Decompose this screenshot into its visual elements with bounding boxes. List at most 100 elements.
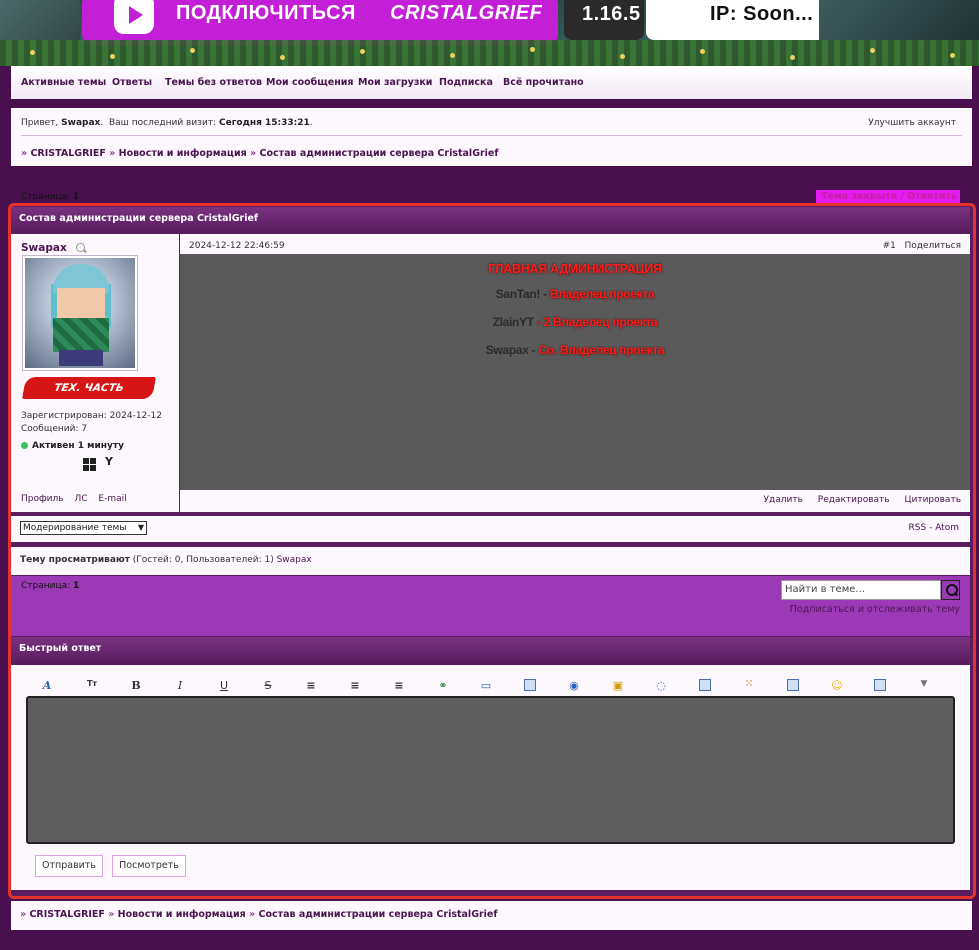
post-number: #1 Поделиться (883, 241, 961, 251)
post-date: 2024-12-12 22:46:59 (189, 241, 285, 251)
pagination-top: Страница: 1 (21, 192, 80, 202)
link-icon[interactable]: ⚭ (433, 679, 453, 693)
delete-link[interactable]: Удалить (764, 495, 803, 505)
atom-link[interactable]: Atom (935, 523, 959, 533)
topic-footer-bar: Страница: 1 Найти в теме... Подписаться … (11, 576, 970, 636)
edit-link[interactable]: Редактировать (818, 495, 890, 505)
breadcrumb: » CRISTALGRIEF » Новости и информация » … (21, 148, 499, 159)
search-button[interactable] (941, 580, 960, 600)
avatar[interactable] (22, 255, 138, 371)
welcome-line: Привет, Swapax. Ваш последний визит: Сег… (21, 118, 313, 128)
strikethrough-icon[interactable]: S (258, 679, 278, 693)
rss-link[interactable]: RSS (909, 523, 927, 533)
nav-unanswered[interactable]: Темы без ответов (165, 77, 262, 88)
author-links: Профиль ЛС E-mail (21, 494, 135, 504)
subscribe-link[interactable]: Подписаться и отслеживать тему (790, 604, 960, 615)
moderation-select[interactable]: Модерирование темы (20, 521, 147, 535)
last-visit: Сегодня 15:33:21 (218, 118, 310, 128)
search-icon[interactable] (76, 243, 85, 252)
submit-button[interactable]: Отправить (35, 855, 103, 877)
author-posts: Сообщений: 7 (21, 424, 88, 434)
viewers-box: Тему просматривают (Гостей: 0, Пользоват… (11, 547, 970, 575)
code-icon[interactable] (695, 679, 715, 693)
yandex-icon: Y (105, 455, 113, 468)
nav-subscriptions[interactable]: Подписка (439, 77, 493, 88)
crumb-root[interactable]: CRISTALGRIEF (30, 148, 105, 159)
align-right-icon[interactable]: ≡ (389, 679, 409, 693)
post-line: ZlainYT - 2 Владелец проекта (492, 315, 658, 329)
email-link[interactable]: E-mail (98, 494, 126, 504)
feed-links: RSS - Atom (908, 523, 959, 533)
post-body: ГЛАВНАЯ АДМИНИСТРАЦИЯ SanTan! - Владелец… (180, 254, 970, 490)
bold-icon[interactable]: B (126, 679, 146, 693)
italic-icon[interactable]: I (170, 679, 190, 693)
pagination-bottom: Страница: 1 (21, 581, 80, 591)
color-icon[interactable]: ⁙ (739, 679, 759, 693)
nav-replies[interactable]: Ответы (112, 77, 152, 88)
quick-reply-editor: A Tт B I U S ≡ ≡ ≡ ⚭ ▭ ◉ ▣ ◌ ⁙ ☺ ▼ Отпра… (11, 665, 970, 890)
viewers-label: Тему просматривают (20, 555, 130, 565)
thread-title: Состав администрации сервера CristalGrie… (11, 207, 970, 230)
crumb-section[interactable]: Новости и информация (118, 909, 246, 920)
post-actions: Удалить Редактировать Цитировать (752, 495, 961, 505)
font-size-icon[interactable]: Tт (82, 679, 102, 693)
nav-mark-read[interactable]: Всё прочитано (503, 77, 584, 88)
profile-link[interactable]: Профиль (21, 494, 64, 504)
crumb-section[interactable]: Новости и информация (119, 148, 247, 159)
upgrade-account-link[interactable]: Улучшить аккаунт (868, 118, 956, 128)
align-center-icon[interactable]: ≡ (345, 679, 365, 693)
smiley-icon[interactable]: ☺ (827, 679, 847, 693)
reply-textarea[interactable] (26, 696, 955, 844)
page-current[interactable]: 1 (73, 192, 79, 202)
search-input[interactable]: Найти в теме... (781, 580, 941, 600)
nav-my-uploads[interactable]: Мои загрузки (358, 77, 432, 88)
server-banner[interactable]: ПОДКЛЮЧИТЬСЯ CRISTALGRIEF 1.16.5 IP: Soo… (0, 0, 979, 66)
font-icon[interactable]: A (37, 679, 57, 693)
quote-link[interactable]: Цитировать (904, 495, 961, 505)
breadcrumb-bottom: » CRISTALGRIEF » Новости и информация » … (11, 901, 972, 930)
welcome-username[interactable]: Swapax (61, 118, 100, 128)
author-registered: Зарегистрирован: 2024-12-12 (21, 411, 162, 421)
windows-icon (83, 458, 96, 471)
crumb-topic[interactable]: Состав администрации сервера CristalGrie… (259, 148, 498, 159)
nav-my-posts[interactable]: Мои сообщения (266, 77, 354, 88)
lock-icon[interactable]: ▣ (608, 679, 628, 693)
upload-icon[interactable] (870, 679, 890, 693)
viewer-user[interactable]: Swapax (277, 555, 312, 565)
post-number-link[interactable]: #1 (883, 241, 896, 251)
nav-active-topics[interactable]: Активные темы (21, 77, 106, 88)
preview-button[interactable]: Посмотреть (112, 855, 186, 877)
moderation-bar: Модерирование темы RSS - Atom (11, 516, 970, 542)
book-icon[interactable]: ▭ (476, 679, 496, 693)
topic-closed-reply-button[interactable]: Тема закрыта / Ответить (816, 190, 960, 203)
comment-icon[interactable]: ◌ (651, 679, 671, 693)
image-icon[interactable] (520, 679, 540, 693)
breadcrumb: » CRISTALGRIEF » Новости и информация » … (20, 909, 498, 920)
pm-link[interactable]: ЛС (74, 494, 87, 504)
video-icon[interactable]: ◉ (564, 679, 584, 693)
ip-label: IP: Soon... (710, 3, 814, 25)
crumb-root[interactable]: CRISTALGRIEF (29, 909, 104, 920)
garland-decoration (0, 40, 979, 66)
post-line: Swapax - Со. Владелец проекта (485, 343, 665, 357)
author-panel: Swapax ТЕХ. ЧАСТЬ Зарегистрирован: 2024-… (11, 234, 179, 512)
crumb-topic[interactable]: Состав администрации сервера CristalGrie… (258, 909, 497, 920)
page-current[interactable]: 1 (73, 581, 79, 591)
welcome-box: Привет, Swapax. Ваш последний визит: Сег… (11, 108, 972, 166)
connect-label: ПОДКЛЮЧИТЬСЯ (176, 2, 356, 24)
play-icon[interactable] (114, 0, 154, 34)
version-label: 1.16.5 (582, 3, 641, 25)
align-left-icon[interactable]: ≡ (301, 679, 321, 693)
more-icon[interactable]: ▼ (914, 679, 934, 693)
viewers-details: (Гостей: 0, Пользователей: 1) (132, 555, 274, 565)
table-icon[interactable] (783, 679, 803, 693)
post-heading: ГЛАВНАЯ АДМИНИСТРАЦИЯ (488, 262, 662, 276)
underline-icon[interactable]: U (214, 679, 234, 693)
main-nav: Активные темы Ответы Темы без ответов Мо… (11, 66, 972, 99)
server-name: CRISTALGRIEF (390, 2, 543, 24)
post: 2024-12-12 22:46:59 #1 Поделиться ГЛАВНА… (180, 234, 970, 512)
rank-badge: ТЕХ. ЧАСТЬ (22, 377, 156, 399)
share-link[interactable]: Поделиться (904, 241, 961, 251)
quick-reply-title: Быстрый ответ (11, 637, 970, 662)
author-name[interactable]: Swapax (21, 242, 67, 254)
